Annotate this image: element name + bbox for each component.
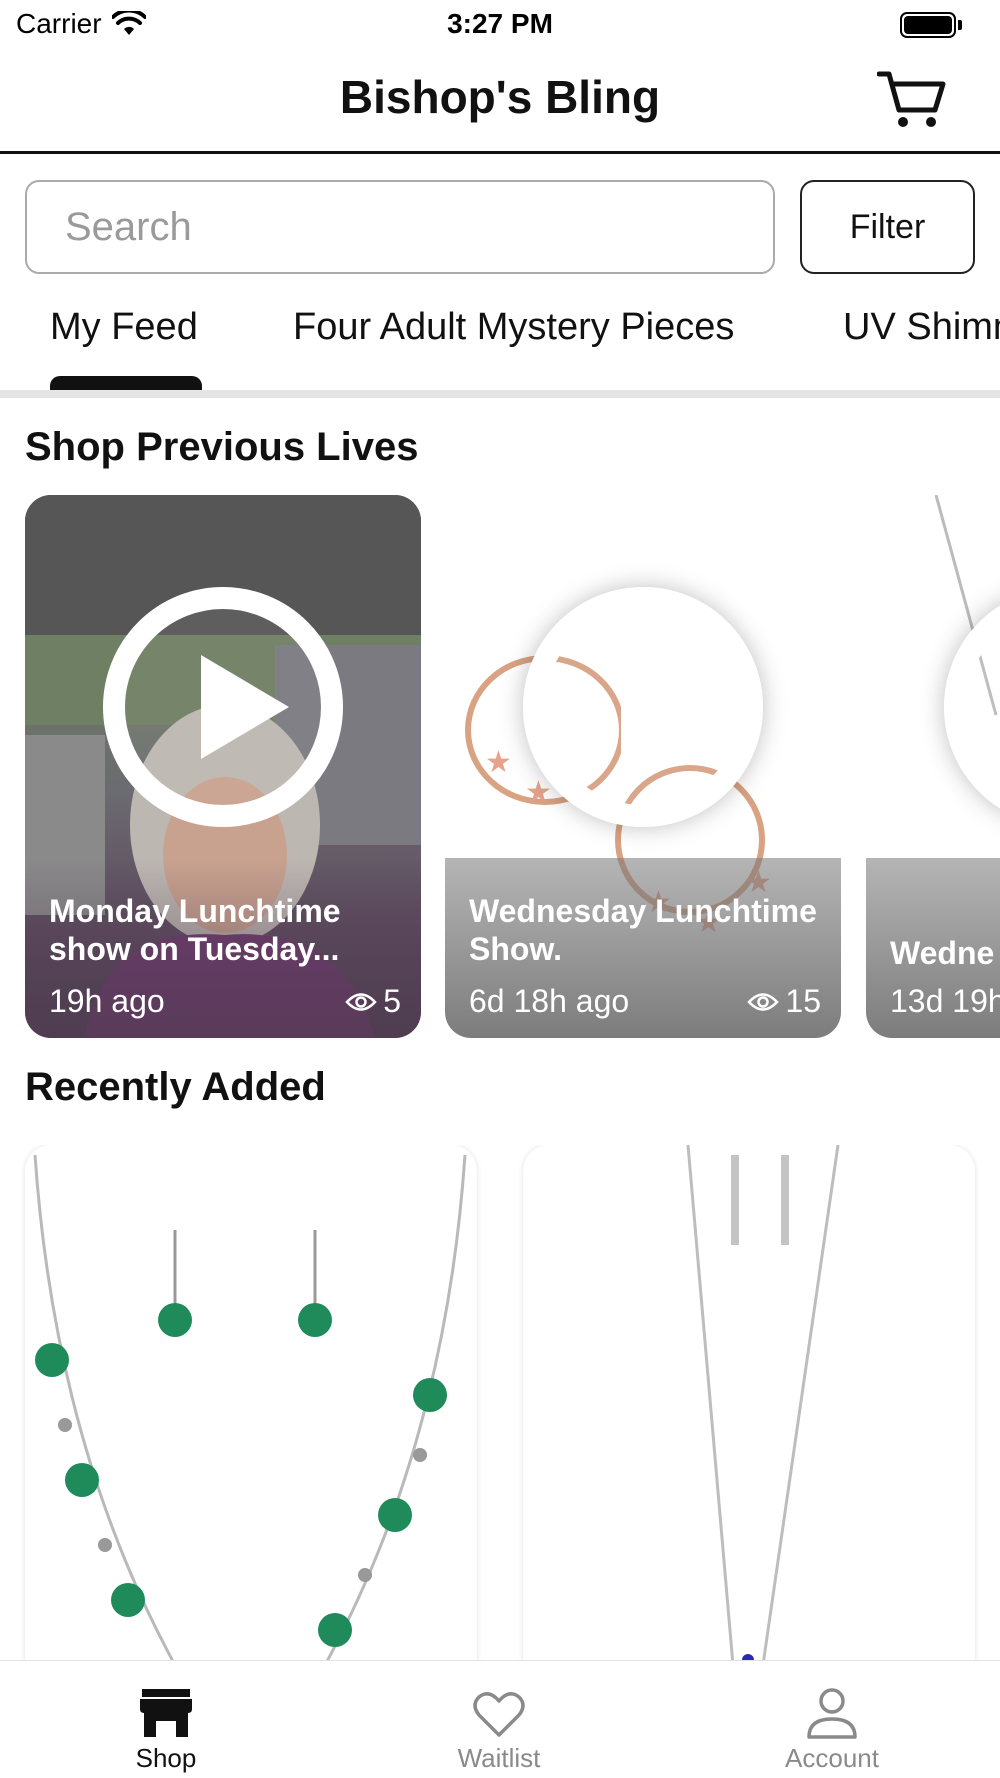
silver-chain-necklace-image — [686, 1145, 840, 1665]
live-time: 13d 19h — [890, 983, 1000, 1019]
nav-shop-label: Shop — [135, 1743, 197, 1773]
play-icon — [621, 655, 709, 759]
play-icon — [201, 655, 289, 759]
product-card[interactable] — [25, 1145, 477, 1665]
previous-lives-carousel[interactable]: Monday Lunchtime show on Tuesday... 19h … — [0, 495, 1000, 1040]
nav-shop[interactable]: Shop — [66, 1661, 266, 1778]
person-icon — [807, 1688, 857, 1739]
battery-nub — [958, 20, 962, 30]
heart-icon — [473, 1692, 525, 1737]
search-input[interactable] — [25, 180, 775, 274]
cart-icon — [877, 71, 946, 127]
live-card[interactable]: ★ ★ ★ ★ ★ Wednesday Lunchtime Show. 6d 1… — [445, 495, 841, 1038]
recently-added-grid — [0, 1145, 1000, 1665]
live-time: 19h ago — [49, 983, 165, 1019]
nav-waitlist-label: Waitlist — [457, 1743, 541, 1773]
play-button[interactable] — [523, 587, 763, 827]
status-time: 3:27 PM — [447, 8, 553, 39]
store-icon — [140, 1689, 192, 1737]
live-title: Monday Lunchtime show on Tuesday... — [49, 893, 341, 967]
eye-icon — [747, 992, 780, 1011]
tab-my-feed[interactable]: My Feed — [50, 306, 198, 349]
green-bead-necklace-image — [33, 1154, 467, 1665]
page-title: Bishop's Bling — [339, 71, 661, 123]
live-views: 15 — [747, 983, 821, 1020]
cart-button[interactable] — [876, 66, 948, 134]
shop-previous-lives-title: Shop Previous Lives — [25, 425, 419, 469]
views-count: 15 — [785, 983, 821, 1019]
filter-button[interactable]: Filter — [800, 180, 975, 274]
play-button[interactable] — [103, 587, 343, 827]
recently-added-title: Recently Added — [25, 1065, 326, 1109]
tabs-divider — [0, 390, 1000, 398]
nav-waitlist[interactable]: Waitlist — [399, 1661, 599, 1778]
live-views: 5 — [345, 983, 401, 1020]
battery-icon — [900, 12, 956, 38]
nav-account[interactable]: Account — [732, 1661, 932, 1778]
views-count: 5 — [383, 983, 401, 1019]
star-charm: ★ — [485, 746, 512, 779]
eye-icon — [345, 992, 377, 1011]
live-time: 6d 18h ago — [469, 983, 630, 1019]
product-card[interactable] — [523, 1145, 975, 1665]
live-title: Wednesday Lunchtime Show. — [469, 893, 817, 967]
nav-account-label: Account — [785, 1743, 879, 1773]
live-title: Wedne — [890, 935, 995, 971]
bottom-tab-bar: Shop Waitlist Account — [0, 1660, 1000, 1778]
live-card[interactable]: Wedne 13d 19h — [866, 495, 1000, 1038]
category-tabs: My Feed Four Adult Mystery Pieces UV Shi… — [0, 300, 1000, 392]
tab-uv-shimmer[interactable]: UV Shimm — [843, 306, 1000, 349]
tab-four-adult-mystery-pieces[interactable]: Four Adult Mystery Pieces — [293, 306, 734, 349]
live-card[interactable]: Monday Lunchtime show on Tuesday... 19h … — [25, 495, 421, 1038]
status-bar: Carrier 3:27 PM — [0, 0, 1000, 50]
app-header: Bishop's Bling — [0, 50, 1000, 154]
